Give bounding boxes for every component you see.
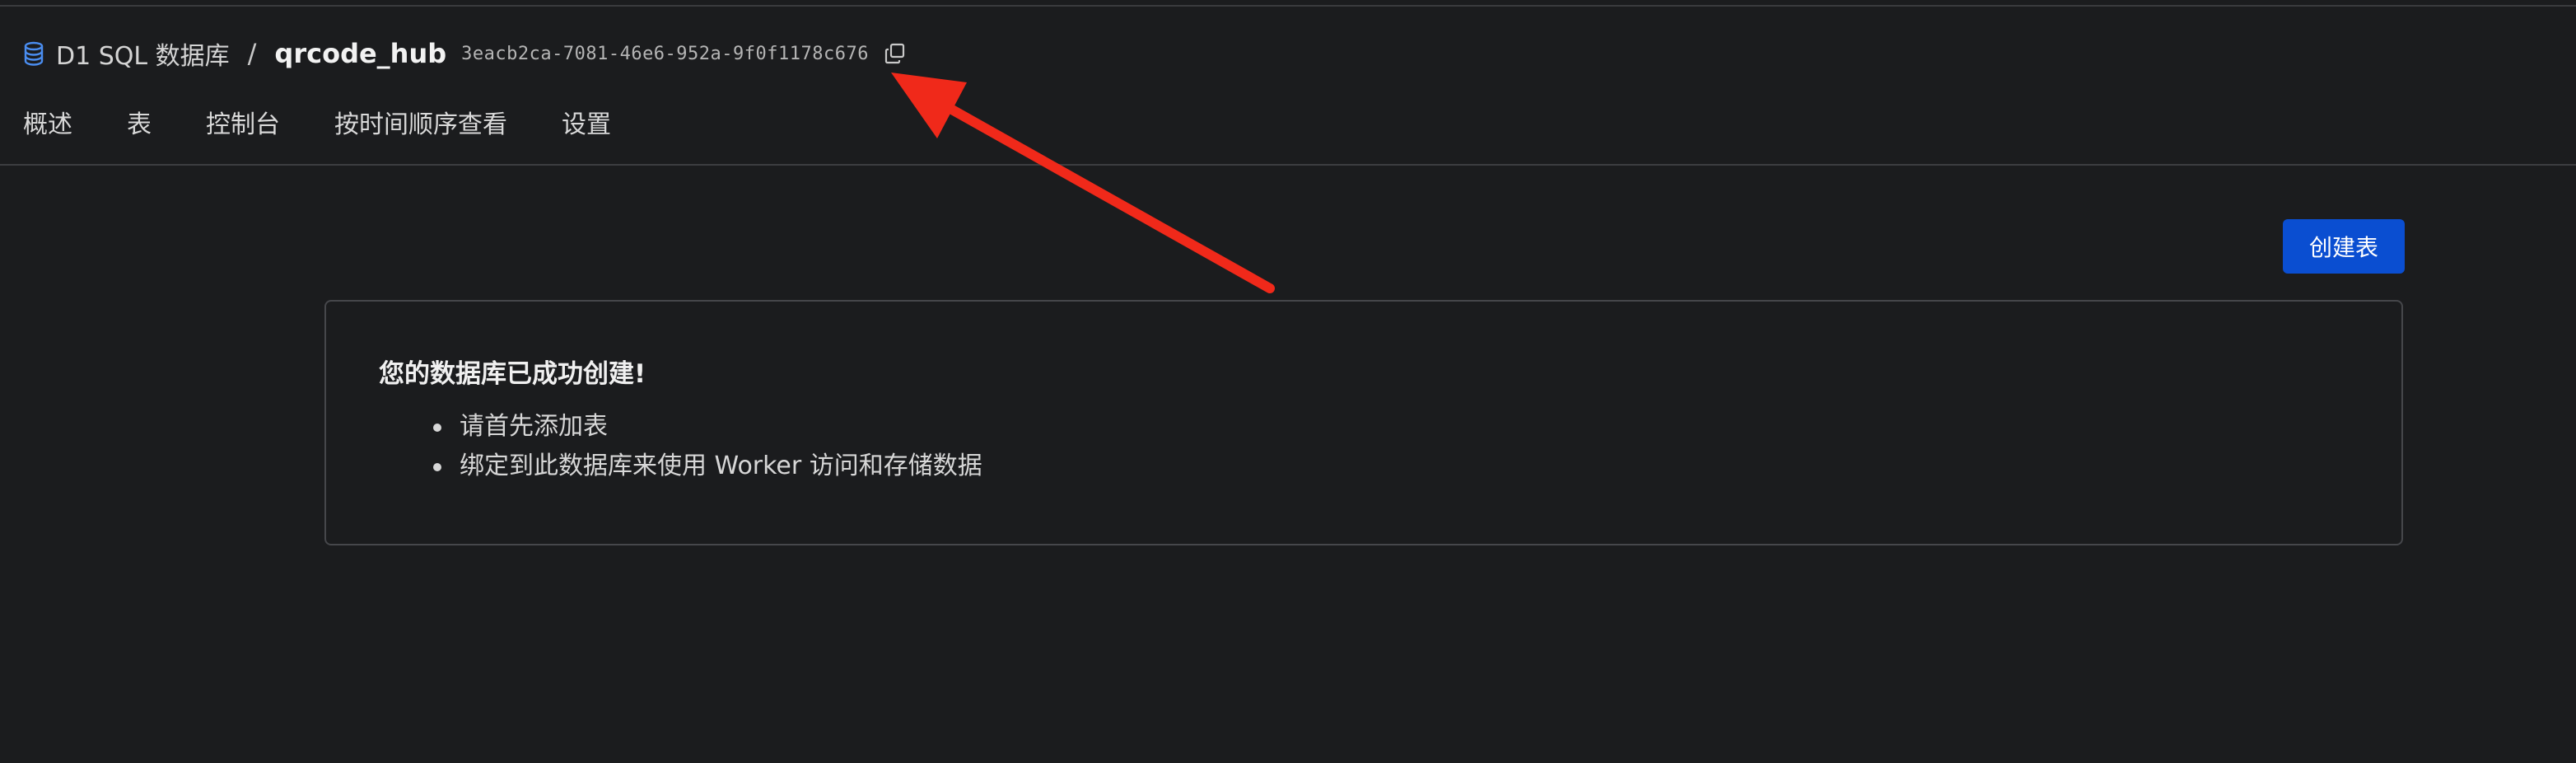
list-item: 请首先添加表 — [379, 407, 982, 447]
create-table-button[interactable]: 创建表 — [2283, 219, 2405, 274]
list-item-text: 请首先添加表 — [460, 412, 608, 441]
tab-settings[interactable]: 设置 — [562, 104, 611, 140]
success-card: 您的数据库已成功创建! 请首先添加表 绑定到此数据库来使用 Worker 访问和… — [324, 300, 2403, 545]
bullet-icon — [433, 463, 441, 471]
database-icon — [23, 41, 44, 66]
copy-icon[interactable] — [884, 42, 907, 65]
database-id: 3eacb2ca-7081-46e6-952a-9f0f1178c676 — [461, 43, 869, 64]
breadcrumb-root-link[interactable]: D1 SQL 数据库 — [56, 35, 230, 72]
bullet-icon — [433, 424, 441, 432]
breadcrumb-separator: / — [247, 38, 257, 69]
tab-bar: 概述 表 控制台 按时间顺序查看 设置 — [23, 104, 611, 140]
tabs-divider — [0, 164, 2576, 166]
list-item-text: 绑定到此数据库来使用 Worker 访问和存储数据 — [460, 452, 982, 480]
page: D1 SQL 数据库 / qrcode_hub 3eacb2ca-7081-46… — [0, 0, 2576, 763]
tab-overview[interactable]: 概述 — [23, 104, 72, 140]
breadcrumb: D1 SQL 数据库 / qrcode_hub 3eacb2ca-7081-46… — [23, 33, 907, 74]
list-item: 绑定到此数据库来使用 Worker 访问和存储数据 — [379, 447, 982, 486]
top-divider — [0, 5, 2576, 7]
card-title: 您的数据库已成功创建! — [379, 359, 646, 389]
card-list: 请首先添加表 绑定到此数据库来使用 Worker 访问和存储数据 — [379, 407, 982, 486]
page-title: qrcode_hub — [274, 38, 447, 69]
tab-console[interactable]: 控制台 — [206, 104, 280, 140]
tab-time-travel[interactable]: 按时间顺序查看 — [334, 104, 507, 140]
tab-tables[interactable]: 表 — [127, 104, 152, 140]
